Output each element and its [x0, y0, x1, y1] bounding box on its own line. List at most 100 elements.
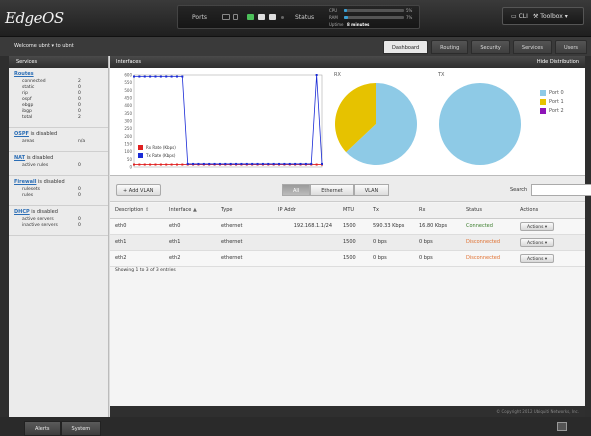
cli-button[interactable]: ▭ CLI — [511, 13, 528, 20]
welcome-user-menu[interactable]: Welcome ubnt ▾ to ubnt — [14, 43, 74, 49]
dhcp-block: DHCP is disabled active servers 0 inactive… — [9, 206, 108, 236]
firewall-link[interactable]: Firewall — [14, 179, 36, 185]
data-point — [175, 75, 178, 78]
tab-dashboard[interactable]: Dashboard — [383, 40, 429, 54]
table-row[interactable]: eth0 eth0 ethernet 192.168.1.1/24 1500 590.33… — [110, 218, 585, 235]
ports-label: Ports — [192, 14, 208, 21]
data-point — [283, 162, 286, 165]
add-vlan-button[interactable]: + Add VLAN — [116, 184, 161, 196]
service-row-value: n/a — [78, 139, 86, 144]
interfaces-title: Interfaces — [116, 59, 141, 65]
port-eth0-icon[interactable] — [247, 14, 254, 20]
y-tick-label: 100 — [124, 149, 132, 154]
tab-users[interactable]: Users — [554, 40, 587, 54]
service-row-value: 0 — [78, 217, 81, 222]
cell-tx: 0 bps — [368, 250, 414, 267]
search-input[interactable] — [531, 184, 591, 196]
uptime-label: Uptime — [329, 22, 344, 27]
tab-routing[interactable]: Routing — [431, 40, 469, 54]
data-point — [133, 75, 135, 78]
legend-port-2: Port 2 — [540, 108, 564, 114]
column-header-interface[interactable]: Interface ▲ — [164, 203, 216, 219]
tx-pie-title: TX — [438, 72, 445, 78]
tab-security[interactable]: Security — [471, 40, 510, 54]
rx-pie-chart — [335, 83, 417, 165]
cell-actions: Actions ▾ — [515, 250, 585, 267]
data-point — [165, 75, 168, 78]
data-point — [170, 75, 173, 78]
routes-link[interactable]: Routes — [14, 71, 34, 77]
cell-description: eth0 — [110, 218, 164, 235]
ram-percent: 7% — [406, 15, 413, 20]
hide-distribution-link[interactable]: Hide Distribution — [537, 59, 579, 65]
cell-ip — [273, 234, 338, 251]
legend-port-0: Port 0 — [540, 90, 564, 96]
actions-button[interactable]: Actions ▾ — [520, 237, 555, 247]
chart-legend-label: Tx Rate (Kbps) — [145, 153, 176, 158]
data-point — [170, 163, 173, 166]
copyright-text: © Copyright 2012 Ubiquiti Networks, Inc. — [496, 409, 579, 414]
column-header-rx[interactable]: Rx — [414, 203, 461, 219]
data-point — [143, 163, 146, 166]
port-eth2-icon[interactable] — [269, 14, 276, 20]
port-eth1-icon[interactable] — [258, 14, 265, 20]
terminal-icon: ▭ — [511, 13, 519, 20]
system-tab[interactable]: System — [60, 421, 102, 436]
table-row[interactable]: eth2 eth2 ethernet 1500 0 bps 0 bps Disconnect… — [110, 250, 585, 267]
actions-button[interactable]: Actions ▾ — [520, 253, 555, 263]
y-tick-label: 400 — [124, 103, 132, 108]
cpu-percent: 5% — [406, 8, 413, 13]
copyright-bar: © Copyright 2012 Ubiquiti Networks, Inc. — [110, 406, 585, 417]
service-row-label: rulesets — [22, 187, 40, 192]
column-header-description[interactable]: Description ⇕ — [110, 203, 164, 219]
cell-description: eth1 — [110, 234, 164, 251]
data-point — [224, 162, 227, 165]
edgeos-logo: EdgeOS — [5, 9, 64, 27]
service-row: total 2 — [22, 115, 108, 121]
toolbox-button[interactable]: ⚒ Toolbox ▾ — [533, 13, 568, 20]
table-info: Showing 1 to 3 of 3 entries — [115, 268, 176, 273]
nat-link[interactable]: NAT — [14, 155, 25, 161]
data-point — [138, 75, 141, 78]
actions-button[interactable]: Actions ▾ — [520, 221, 555, 231]
filter-ethernet-button[interactable]: Ethernet — [310, 184, 354, 196]
ospf-link[interactable]: OSPF — [14, 131, 29, 137]
cell-mtu: 1500 — [338, 218, 368, 235]
alerts-tab[interactable]: Alerts — [24, 421, 61, 436]
interfaces-table: Description ⇕ Interface ▲ Type IP Addr M… — [110, 203, 585, 267]
cell-rx: 16.80 Kbps — [414, 218, 461, 235]
pie-slice — [439, 83, 521, 165]
interfaces-header: Interfaces Hide Distribution — [110, 56, 585, 68]
service-row-value: 2 — [78, 115, 81, 120]
data-point — [294, 162, 297, 165]
dhcp-link[interactable]: DHCP — [14, 209, 30, 215]
table-row[interactable]: eth1 eth1 ethernet 1500 0 bps 0 bps Disconnect… — [110, 234, 585, 251]
column-header-status[interactable]: Status — [461, 203, 515, 219]
data-point — [154, 163, 157, 166]
toolbox-label: Toolbox — [540, 13, 563, 20]
y-tick-label: 250 — [124, 126, 132, 131]
firewall-status: is disabled — [36, 179, 65, 185]
data-point — [245, 162, 248, 165]
sort-arrows-icon: ⇕ — [145, 207, 150, 214]
welcome-bar: Welcome ubnt ▾ to ubnt Dashboard Routing… — [0, 37, 591, 56]
header-label: MTU — [343, 207, 355, 214]
column-header-type[interactable]: Type — [216, 203, 273, 219]
service-row-label: ibgp — [22, 109, 32, 114]
ospf-status: is disabled — [28, 131, 58, 137]
y-tick-label: 500 — [124, 88, 132, 93]
window-icon[interactable] — [557, 422, 567, 431]
column-header-mtu[interactable]: MTU — [338, 203, 368, 219]
data-point — [154, 75, 157, 78]
column-header-tx[interactable]: Tx — [368, 203, 414, 219]
filter-all-button[interactable]: All — [282, 184, 311, 196]
filter-vlan-button[interactable]: VLAN — [353, 184, 390, 196]
data-point — [288, 162, 291, 165]
chart-legend-label: Rx Rate (Kbps) — [146, 145, 176, 150]
tab-services[interactable]: Services — [512, 40, 552, 54]
data-point — [299, 162, 302, 165]
chevron-down-icon: ▾ — [543, 224, 548, 230]
service-row-label: static — [22, 85, 35, 90]
service-row-label: rules — [22, 193, 34, 198]
column-header-ip-addr[interactable]: IP Addr — [273, 203, 338, 219]
